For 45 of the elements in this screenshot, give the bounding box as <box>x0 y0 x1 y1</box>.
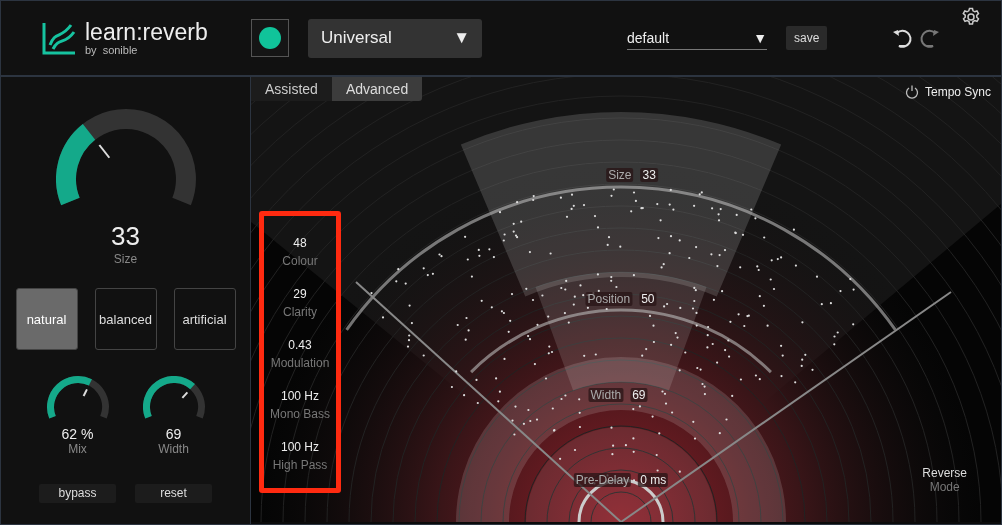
mode-label: Mode <box>929 480 960 494</box>
style-button[interactable]: artificial <box>173 288 236 351</box>
power-icon[interactable] <box>904 85 919 99</box>
param-value[interactable]: 48 <box>293 236 307 250</box>
style-button[interactable]: balanced <box>94 288 157 351</box>
param-value[interactable]: 0.43 <box>288 338 312 352</box>
app-title: learn:reverb <box>85 20 208 44</box>
space-value: 0 ms <box>638 473 669 487</box>
size-label: Size <box>113 252 138 267</box>
param-value[interactable]: 100 Hz <box>280 440 319 454</box>
space-label: Position <box>585 292 633 306</box>
reverse-label[interactable]: Reverse <box>922 466 967 480</box>
reverb-space-drawing[interactable] <box>251 77 1001 522</box>
param-label: High Pass <box>272 458 328 472</box>
param-label: Mono Bass <box>270 407 330 421</box>
knob-value: 69 <box>165 425 182 442</box>
param-value[interactable]: 100 Hz <box>281 389 319 403</box>
mode-tab[interactable]: Advanced <box>331 77 423 101</box>
save-button[interactable]: save <box>786 26 828 50</box>
settings-icon[interactable] <box>961 7 981 27</box>
by-label: by <box>85 44 97 56</box>
space-value: 69 <box>630 388 648 402</box>
knob-value: 62 % <box>61 425 94 442</box>
space-value: 33 <box>640 168 658 182</box>
knob-label: Width <box>158 441 189 456</box>
space-value: 50 <box>639 292 657 306</box>
space-label: Pre-Delay <box>573 473 632 487</box>
preset-dropdown[interactable]: default ▼ <box>627 26 767 50</box>
param-label: Clarity <box>283 305 317 319</box>
profile-dropdown[interactable]: Universal ▼ <box>308 18 482 58</box>
tempo-sync-label[interactable]: Tempo Sync <box>924 85 991 99</box>
param-label: Modulation <box>270 356 330 370</box>
space-label: Size <box>606 168 634 182</box>
param-label: Colour <box>282 254 318 268</box>
style-button[interactable]: natural <box>15 288 78 351</box>
mode-tab[interactable]: Assisted <box>251 77 332 101</box>
action-button[interactable]: bypass <box>39 483 116 503</box>
action-button[interactable]: reset <box>135 483 212 503</box>
knob-label: Mix <box>68 441 87 456</box>
color-button[interactable] <box>251 19 289 57</box>
brand-label: sonible <box>102 44 138 56</box>
logo-icon <box>41 21 77 55</box>
size-value: 33 <box>111 221 140 253</box>
space-label: Width <box>588 388 624 402</box>
param-value[interactable]: 29 <box>293 287 307 301</box>
